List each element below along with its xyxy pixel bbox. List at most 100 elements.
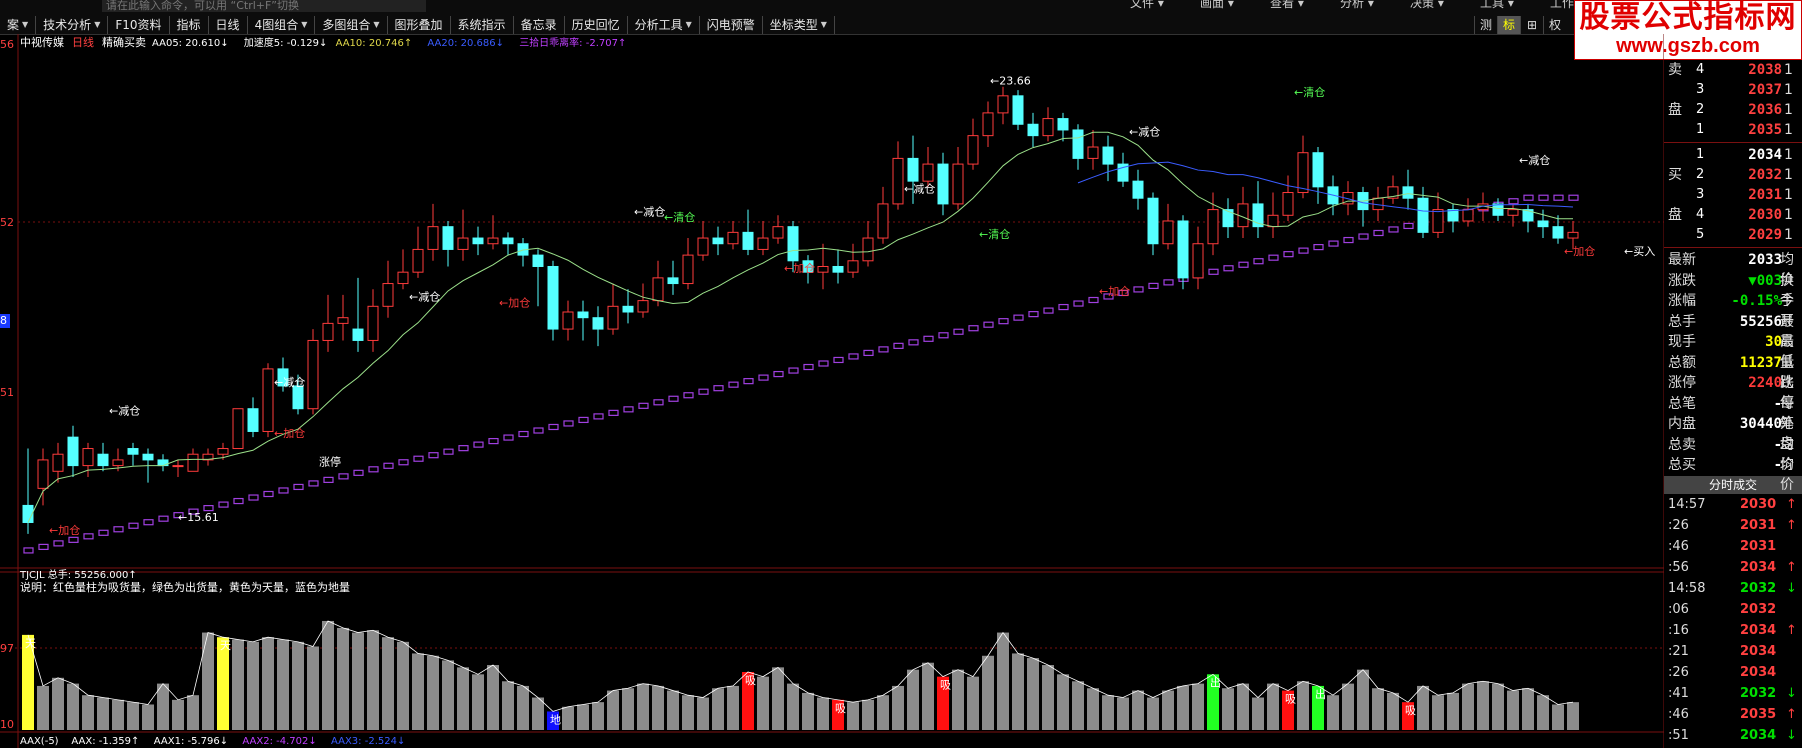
candle-body <box>1492 203 1504 216</box>
candle-body <box>1177 220 1189 279</box>
volume-line <box>27 620 1574 712</box>
candle-body <box>1312 152 1324 188</box>
command-search-input[interactable]: 请在此输入命令，可以用 “Ctrl+F”切换 <box>102 0 426 12</box>
toolbar-button[interactable]: F10资料 <box>108 16 170 34</box>
trend-step <box>1043 307 1054 314</box>
candle <box>1552 215 1564 244</box>
ask-price[interactable]: 2036 <box>1748 100 1782 120</box>
trend-step <box>38 543 49 551</box>
stat-label: 总额 <box>1668 354 1696 371</box>
candle <box>727 220 739 250</box>
toolbar-button[interactable]: 系统指示 <box>451 16 514 34</box>
bid-price[interactable]: 2030 <box>1748 205 1782 225</box>
toolbar-button[interactable]: 分析工具 ▼ <box>628 16 700 34</box>
tick-price: 2032 <box>1740 601 1777 617</box>
tick-price: 2031 <box>1740 538 1777 554</box>
volume-bar <box>712 688 724 730</box>
high-price-label: ←23.66 <box>990 75 1031 88</box>
candle <box>22 448 34 534</box>
toolbar-button[interactable]: 4图组合 ▼ <box>248 16 316 34</box>
bid-price[interactable]: 2031 <box>1748 185 1782 205</box>
trend-step <box>563 420 574 427</box>
kline-chart[interactable]: ←加仓←减仓←加仓←减仓涨停←减仓 ←加仓←减仓←清仓←加仓←减仓←清仓←加仓←减… <box>0 34 1664 748</box>
toolbar-button[interactable]: 备忘录 <box>514 16 565 34</box>
candle-body <box>52 453 64 472</box>
arrow-up-icon: ↑ <box>1786 559 1797 575</box>
toolbar-button[interactable]: 指标 <box>170 16 209 34</box>
volume-bar <box>577 704 589 730</box>
trend-step <box>323 476 334 483</box>
candle <box>52 442 64 483</box>
tick-price: 2034 <box>1740 622 1777 638</box>
candle-body <box>1207 209 1219 245</box>
quote-row: 总卖 - 均价 <box>1664 435 1802 473</box>
axis-tick-label: 97 <box>0 642 14 655</box>
quote-row: 5 2029 1 <box>1664 225 1802 245</box>
bid-price[interactable]: 2034 <box>1748 145 1782 165</box>
toolbar-label: 案 <box>7 18 20 32</box>
volume-bar <box>307 646 319 730</box>
axis-tick-label: 10 <box>0 718 14 731</box>
candle <box>1132 169 1144 210</box>
menu-item[interactable]: 工具 ▾ <box>1480 0 1514 11</box>
mode-tab[interactable]: 标 <box>1497 16 1520 34</box>
toolbar-button[interactable]: 多图组合 ▼ <box>315 16 388 34</box>
tick-row: :51 2034 ↓ <box>1664 725 1802 746</box>
ask-price[interactable]: 2037 <box>1748 80 1782 100</box>
tick-price: 2035 <box>1740 706 1777 722</box>
trend-step <box>68 536 79 543</box>
toolbar-button[interactable]: 闪电预警 <box>700 16 763 34</box>
low-price-label: ←15.61 <box>178 511 219 524</box>
level-number: 3 <box>1696 187 1705 202</box>
toolbar-label: 4图组合 <box>254 18 299 32</box>
mode-tab[interactable]: ⊞ <box>1520 16 1543 34</box>
toolbar-button[interactable]: 图形叠加 <box>388 16 451 34</box>
volume-bar <box>667 690 679 730</box>
ask-price[interactable]: 2038 <box>1748 60 1782 80</box>
toolbar-button[interactable]: 技术分析 ▼ <box>36 16 109 34</box>
toolbar-label: 多图组合 <box>322 18 371 32</box>
bid-price[interactable]: 2029 <box>1748 225 1782 245</box>
menu-item[interactable]: 分析 ▾ <box>1340 0 1374 11</box>
candle <box>637 283 649 318</box>
volume-bar <box>682 695 694 730</box>
menu-item[interactable]: 决策 ▾ <box>1410 0 1444 11</box>
bid-price[interactable]: 2032 <box>1748 165 1782 185</box>
volume-bar <box>907 669 919 730</box>
candle-body <box>37 459 49 489</box>
trend-step <box>398 459 409 466</box>
mode-tabs: 测标 ⊞ 权 <box>1474 16 1566 34</box>
volume-bar <box>487 665 499 730</box>
candle <box>37 448 49 506</box>
stat-label: 总买 <box>1668 457 1696 473</box>
toolbar-button[interactable]: 案 ▼ <box>0 16 37 34</box>
mode-tab[interactable]: 权 <box>1543 16 1566 34</box>
trend-step <box>503 434 514 441</box>
trend-step <box>893 342 904 349</box>
volume-bar <box>37 685 49 730</box>
candle <box>427 203 439 261</box>
volume-bar <box>1387 692 1399 730</box>
menu-item[interactable]: 画面 ▾ <box>1200 0 1234 11</box>
toolbar-button[interactable]: 历史回忆 <box>565 16 628 34</box>
menu-item[interactable]: 文件 ▾ <box>1130 0 1164 11</box>
tick-row: :46 2035 ↑ <box>1664 704 1802 725</box>
trend-step <box>653 399 664 406</box>
ask-price[interactable]: 2035 <box>1748 120 1782 140</box>
trend-step <box>533 427 544 434</box>
trend-step <box>158 515 169 522</box>
toolbar-button[interactable]: 日线 <box>209 16 248 34</box>
volume-bar <box>1327 695 1339 730</box>
mode-tab[interactable]: 测 <box>1474 16 1497 34</box>
candle <box>772 215 784 244</box>
candle-body <box>997 95 1009 114</box>
arrow-up-icon: ↑ <box>1786 496 1797 512</box>
candle-body <box>82 448 94 467</box>
volume-bar <box>412 653 424 730</box>
candle <box>1177 215 1189 290</box>
candle-body <box>1297 152 1309 194</box>
menu-item[interactable]: 查看 ▾ <box>1270 0 1304 11</box>
trend-step <box>1388 226 1399 233</box>
toolbar-button[interactable]: 坐标类型 ▼ <box>763 16 835 34</box>
indicator-name: 精确买卖 <box>102 36 146 49</box>
